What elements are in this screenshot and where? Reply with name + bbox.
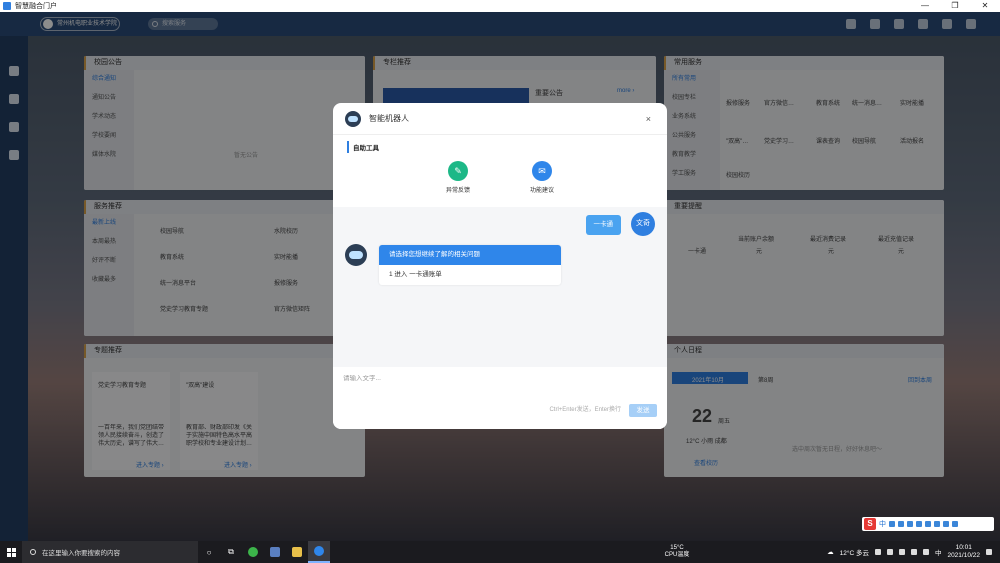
app-green-icon[interactable] — [242, 541, 264, 563]
portal-app-icon[interactable] — [308, 541, 330, 563]
ime-mode[interactable]: 中 — [879, 519, 886, 529]
tray-app-icon[interactable] — [898, 549, 905, 555]
notification-icon[interactable] — [986, 549, 992, 555]
suggestion-icon: ✉ — [532, 161, 552, 181]
cortana-icon[interactable]: ○ — [198, 541, 220, 563]
tools-title: 自助工具 — [347, 141, 661, 153]
window-controls: — ❐ ✕ — [910, 0, 1000, 12]
grid-icon[interactable] — [952, 521, 958, 527]
network-icon[interactable] — [910, 549, 917, 555]
chat-area[interactable]: 一卡通 文奇 请选择您想继续了解的相关问题 1 进入 一卡通账单 — [333, 207, 667, 367]
system-tray: ☁ 12°C 多云 中 10:01 2021/10/22 — [827, 544, 1000, 560]
cpu-temp-value: 15°C — [670, 545, 684, 551]
user-message: 一卡通 — [585, 215, 621, 235]
tray-clock[interactable]: 10:01 2021/10/22 — [947, 544, 980, 560]
bot-prompt: 请选择您想继续了解的相关问题 — [379, 245, 561, 265]
tool-feedback[interactable]: ✎ 异常反馈 — [438, 161, 478, 194]
cpu-temp: 15°C CPU温度 — [662, 545, 692, 559]
send-hint: Ctrl+Enter发送，Enter换行 — [549, 407, 621, 413]
bot-message: 请选择您想继续了解的相关问题 1 进入 一卡通账单 — [379, 245, 561, 285]
close-window-button[interactable]: ✕ — [970, 0, 1000, 12]
search-icon — [30, 549, 36, 555]
weather-icon: ☁ — [827, 549, 834, 556]
mic-icon[interactable] — [916, 521, 922, 527]
edit-icon: ✎ — [448, 161, 468, 181]
app-icon — [3, 2, 11, 10]
dialog-title: 智能机器人 — [369, 114, 409, 123]
robot-avatar-icon — [345, 110, 361, 127]
tray-time: 10:01 — [955, 544, 972, 551]
self-service-tools: 自助工具 ✎ 异常反馈 ✉ 功能建议 — [339, 141, 661, 201]
taskbar-search[interactable]: 在这里输入你要搜索的内容 — [22, 541, 198, 563]
emoji-icon[interactable] — [907, 521, 913, 527]
taskbar-search-placeholder: 在这里输入你要搜索的内容 — [42, 550, 120, 557]
input-area: Ctrl+Enter发送，Enter换行 发送 — [333, 369, 667, 429]
dialog-header: 智能机器人 × — [333, 103, 667, 135]
message-input[interactable] — [343, 375, 643, 382]
tool-label: 功能建议 — [529, 188, 554, 194]
keyboard-icon[interactable] — [925, 521, 931, 527]
punctuation-icon[interactable] — [898, 521, 904, 527]
tray-app-icon[interactable] — [886, 549, 893, 555]
ime-toolbar[interactable]: S 中 — [862, 517, 994, 531]
app-monitor-icon[interactable] — [264, 541, 286, 563]
windows-icon — [6, 547, 16, 557]
file-explorer-icon[interactable] — [286, 541, 308, 563]
moon-icon[interactable] — [889, 521, 895, 527]
sogou-logo-icon[interactable]: S — [864, 518, 876, 530]
tool-label: 异常反馈 — [445, 188, 470, 194]
window-title: 智慧融合门户 — [15, 3, 57, 10]
tray-date: 2021/10/22 — [947, 552, 980, 559]
tray-app-icon[interactable] — [874, 549, 881, 555]
user-avatar: 文奇 — [631, 212, 655, 236]
volume-icon[interactable] — [922, 549, 929, 555]
task-view-icon[interactable]: ⧉ — [220, 541, 242, 563]
minimize-button[interactable]: — — [910, 0, 940, 12]
start-button[interactable] — [0, 541, 22, 563]
tool-suggestion[interactable]: ✉ 功能建议 — [522, 161, 562, 194]
user-icon[interactable] — [934, 521, 940, 527]
tray-lang[interactable]: 中 — [935, 547, 942, 557]
window-titlebar: 智慧融合门户 — ❐ ✕ — [0, 0, 1000, 12]
cpu-temp-label: CPU温度 — [664, 552, 690, 558]
robot-dialog: 智能机器人 × 自助工具 ✎ 异常反馈 ✉ 功能建议 一卡通 文奇 请选择您想继… — [333, 103, 667, 429]
send-button[interactable]: 发送 — [629, 404, 657, 417]
tray-weather[interactable]: 12°C 多云 — [840, 547, 869, 557]
bot-avatar-icon — [345, 244, 367, 266]
taskbar: 在这里输入你要搜索的内容 ○ ⧉ 15°C CPU温度 ☁ 12°C 多云 中 … — [0, 541, 1000, 563]
skin-icon[interactable] — [943, 521, 949, 527]
bot-option[interactable]: 1 进入 一卡通账单 — [379, 265, 561, 285]
dialog-close-button[interactable]: × — [646, 114, 651, 124]
maximize-button[interactable]: ❐ — [940, 0, 970, 12]
